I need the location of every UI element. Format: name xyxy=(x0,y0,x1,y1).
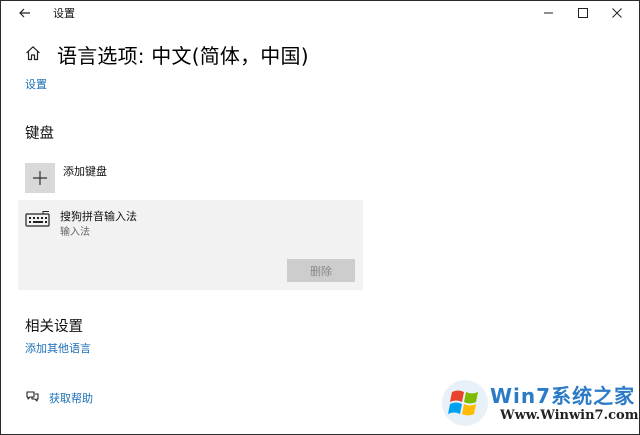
watermark-url: Www.Winwin7.com xyxy=(500,408,639,423)
keyboard-item-name: 搜狗拼音输入法 xyxy=(60,210,137,223)
add-other-language-link[interactable]: 添加其他语言 xyxy=(25,340,91,356)
add-keyboard-button[interactable] xyxy=(25,163,55,193)
keyboard-icon xyxy=(25,210,51,228)
help-chat-icon[interactable] xyxy=(24,388,40,404)
maximize-button[interactable] xyxy=(574,4,592,22)
add-keyboard-label[interactable]: 添加键盘 xyxy=(63,163,107,179)
settings-breadcrumb-link[interactable]: 设置 xyxy=(25,76,47,92)
maximize-icon xyxy=(578,8,588,18)
page-title: 语言选项: 中文(简体，中国) xyxy=(57,44,309,68)
title-bar: 设置 xyxy=(0,0,640,28)
watermark: Win7系统之家 Www.Winwin7.com xyxy=(440,378,639,430)
related-settings-heading: 相关设置 xyxy=(25,319,83,335)
windows-logo-icon xyxy=(442,380,488,426)
close-button[interactable] xyxy=(608,4,626,22)
back-button[interactable] xyxy=(16,4,34,22)
keyboard-item-type: 输入法 xyxy=(60,227,90,238)
keyboard-heading: 键盘 xyxy=(25,126,54,142)
get-help-link[interactable]: 获取帮助 xyxy=(49,390,93,406)
remove-keyboard-button[interactable]: 删除 xyxy=(287,259,355,282)
minimize-icon xyxy=(544,12,553,14)
close-icon xyxy=(612,8,622,18)
keyboard-list-item[interactable]: 搜狗拼音输入法 输入法 删除 xyxy=(18,200,363,290)
window-title: 设置 xyxy=(53,7,75,20)
watermark-brand: Win7系统之家 xyxy=(490,384,636,408)
minimize-button[interactable] xyxy=(540,4,558,22)
home-icon[interactable] xyxy=(24,44,42,62)
plus-icon xyxy=(33,171,47,185)
arrow-left-icon xyxy=(19,8,30,18)
